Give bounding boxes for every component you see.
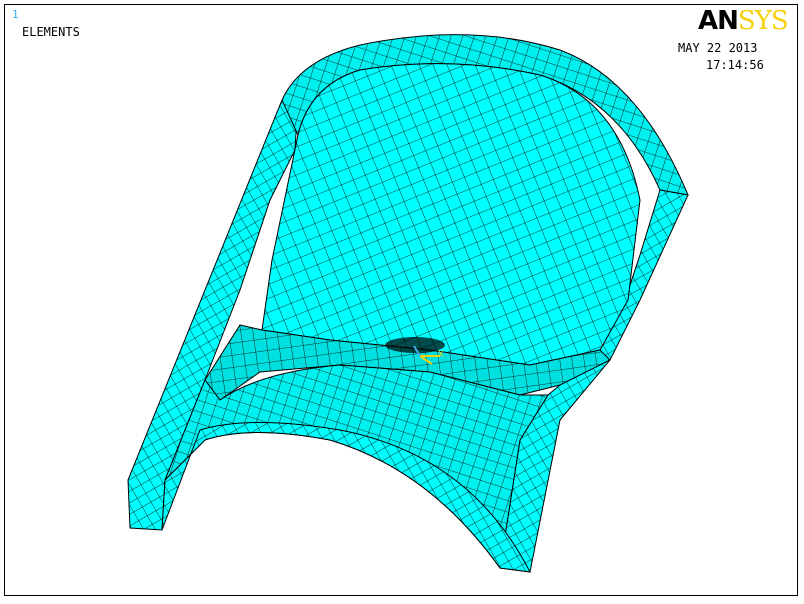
triad-x-label: X <box>438 350 444 360</box>
mesh-model[interactable]: X <box>0 0 804 604</box>
inner-bowl <box>261 63 641 366</box>
mesh-convergence-point <box>385 337 445 353</box>
